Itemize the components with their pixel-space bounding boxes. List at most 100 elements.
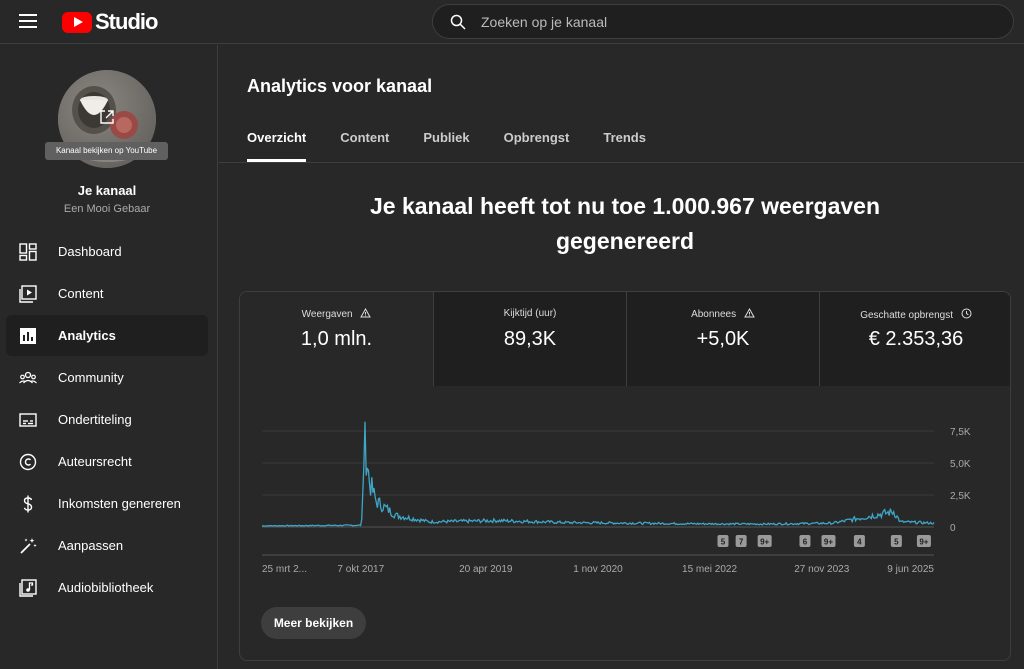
main-content: Analytics voor kanaal Overzicht Content …: [219, 45, 1024, 669]
tab-content[interactable]: Content: [340, 130, 389, 162]
sidebar-item-label: Aanpassen: [58, 538, 124, 553]
svg-text:5: 5: [894, 538, 899, 547]
copyright-icon: [19, 453, 37, 471]
sidebar-item-community[interactable]: Community: [6, 357, 208, 398]
metric-value: +5,0K: [696, 328, 750, 350]
tab-bar: Overzicht Content Publiek Opbrengst Tren…: [247, 130, 680, 162]
sidebar-item-label: Audiobibliotheek: [58, 580, 154, 595]
sidebar-item-customize[interactable]: Aanpassen: [6, 525, 208, 566]
community-icon: [19, 369, 37, 387]
metric-value: 89,3K: [503, 328, 557, 350]
x-tick-label: 7 okt 2017: [337, 564, 384, 575]
subtitles-icon: [19, 411, 37, 429]
chart-annotations: 5 7 9+ 6 9+ 4 5 9+: [717, 535, 931, 547]
content-icon: [19, 284, 37, 303]
tab-audience[interactable]: Publiek: [423, 130, 469, 162]
svg-text:4: 4: [857, 538, 862, 547]
metric-subscribers-label-row: Abonnees: [627, 307, 819, 320]
avatar-tooltip: Kanaal bekijken op YouTube: [45, 142, 168, 160]
metric-label: Weergaven: [301, 309, 353, 320]
metric-revenue[interactable]: Geschatte opbrengst € 2.353,36: [819, 292, 1010, 386]
sidebar-item-content[interactable]: Content: [6, 273, 208, 314]
annotation-marker: 6: [799, 535, 811, 547]
external-link-icon: [100, 110, 114, 124]
y-axis-ticks: 7,5K 5,0K 2,5K 0: [950, 427, 971, 534]
svg-text:9+: 9+: [824, 538, 833, 547]
sidebar-item-label: Community: [58, 370, 124, 385]
metric-views-label-row: Weergaven: [240, 307, 433, 320]
metric-label: Abonnees: [691, 309, 737, 320]
svg-text:6: 6: [803, 538, 808, 547]
annotation-marker: 7: [735, 535, 747, 547]
annotation-marker: 9+: [916, 535, 931, 547]
x-tick-label: 9 jun 2025: [887, 564, 934, 575]
magic-wand-icon: [19, 537, 37, 555]
sidebar-item-monetization[interactable]: Inkomsten genereren: [6, 483, 208, 524]
x-tick-label: 15 mei 2022: [682, 564, 737, 575]
sidebar-item-analytics[interactable]: Analytics: [6, 315, 208, 356]
y-tick-label: 0: [950, 523, 956, 534]
sidebar-nav: Dashboard Content Analytics Community On…: [6, 231, 208, 609]
sidebar-item-dashboard[interactable]: Dashboard: [6, 231, 208, 272]
annotation-marker: 9+: [821, 535, 836, 547]
sidebar: Kanaal bekijken op YouTube Je kanaal Een…: [0, 45, 218, 669]
analytics-card: Weergaven 1,0 mln. Kijktijd (uur) 89,3K …: [239, 291, 1011, 661]
y-tick-label: 2,5K: [950, 491, 971, 502]
metric-views[interactable]: Weergaven 1,0 mln.: [240, 292, 433, 386]
views-series-line: [261, 421, 935, 527]
search-icon[interactable]: [450, 14, 466, 30]
metric-revenue-label-row: Geschatte opbrengst: [820, 308, 1010, 321]
music-library-icon: [19, 578, 37, 597]
channel-name: Een Mooi Gebaar: [63, 203, 151, 215]
y-tick-label: 5,0K: [950, 459, 971, 470]
menu-icon[interactable]: [19, 14, 37, 28]
annotation-marker: 9+: [757, 535, 772, 547]
channel-title: Je kanaal: [77, 183, 137, 198]
views-headline: Je kanaal heeft tot nu toe 1.000.967 wee…: [369, 193, 881, 254]
clock-icon: [961, 308, 972, 319]
tab-overview[interactable]: Overzicht: [247, 130, 307, 162]
metric-subscribers[interactable]: Abonnees +5,0K: [626, 292, 819, 386]
metric-value: 1,0 mln.: [300, 328, 373, 350]
tab-revenue[interactable]: Opbrengst: [504, 130, 570, 162]
sidebar-item-label: Dashboard: [58, 244, 122, 259]
sidebar-item-label: Content: [58, 286, 104, 301]
warning-icon: [744, 307, 755, 318]
svg-text:7: 7: [739, 538, 744, 547]
sidebar-item-label: Ondertiteling: [58, 412, 132, 427]
annotation-marker: 5: [717, 535, 729, 547]
search-input[interactable]: [481, 5, 991, 38]
see-more-button[interactable]: Meer bekijken: [261, 607, 366, 639]
sidebar-item-copyright[interactable]: Auteursrecht: [6, 441, 208, 482]
metric-label: Geschatte opbrengst: [860, 310, 954, 321]
x-axis-ticks: 25 mrt 2... 7 okt 2017 20 apr 2019 1 nov 20…: [262, 564, 934, 575]
sidebar-item-label: Inkomsten genereren: [58, 496, 181, 511]
x-tick-label: 27 nov 2023: [794, 564, 849, 575]
metric-value: € 2.353,36: [868, 328, 964, 350]
svg-text:9+: 9+: [919, 538, 928, 547]
tabs-divider: [219, 162, 1024, 163]
annotation-marker: 5: [890, 535, 902, 547]
youtube-studio-logo[interactable]: Studio: [62, 9, 158, 35]
views-line-chart: 7,5K 5,0K 2,5K 0 5 7 9+ 6 9+ 4 5 9+ 25 mrt 2... 7 o…: [261, 421, 971, 575]
dollar-icon: [19, 495, 37, 513]
youtube-logo-icon: [62, 11, 92, 33]
tab-trends[interactable]: Trends: [603, 130, 646, 162]
svg-text:9+: 9+: [760, 538, 769, 547]
sidebar-item-label: Analytics: [58, 328, 116, 343]
svg-text:5: 5: [721, 538, 726, 547]
y-tick-label: 7,5K: [950, 427, 971, 438]
warning-icon: [360, 307, 372, 318]
top-bar: Studio: [0, 0, 1024, 44]
metric-tabs: Weergaven 1,0 mln. Kijktijd (uur) 89,3K …: [240, 292, 1010, 386]
dashboard-icon: [19, 242, 37, 261]
sidebar-item-subtitles[interactable]: Ondertiteling: [6, 399, 208, 440]
x-tick-label: 20 apr 2019: [459, 564, 513, 575]
logo-text: Studio: [95, 9, 158, 34]
annotation-marker: 4: [853, 535, 865, 547]
metric-watch-time[interactable]: Kijktijd (uur) 89,3K: [433, 292, 626, 386]
search-bar[interactable]: [432, 4, 1014, 39]
page-title: Analytics voor kanaal: [247, 76, 433, 96]
metric-label: Kijktijd (uur): [503, 308, 557, 319]
sidebar-item-audio-library[interactable]: Audiobibliotheek: [6, 567, 208, 608]
